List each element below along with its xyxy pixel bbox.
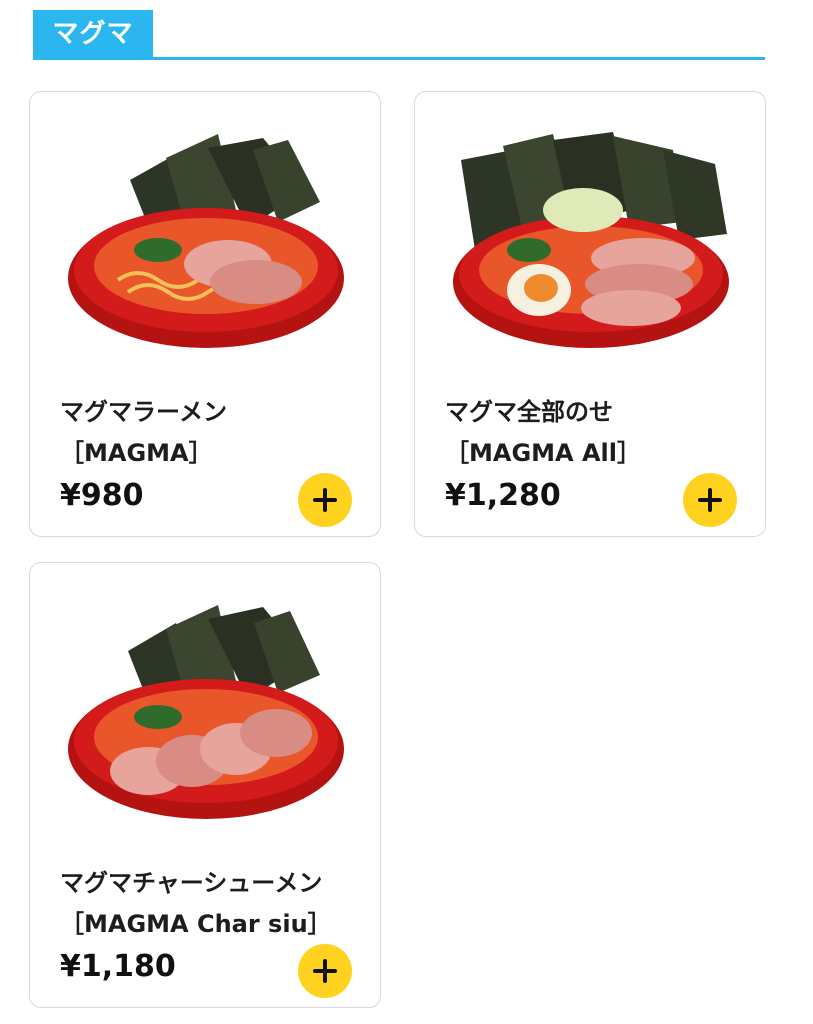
add-to-cart-button[interactable] (298, 944, 352, 998)
menu-card-magma-ramen[interactable]: マグマラーメン ［MAGMA］ ¥980 (29, 91, 381, 537)
item-price: ¥1,180 (60, 949, 176, 984)
item-name: マグマチャーシューメン (60, 869, 323, 897)
item-subtitle: ［MAGMA］ (60, 439, 213, 467)
ramen-bowl-image (68, 605, 344, 819)
item-price: ¥980 (60, 478, 144, 513)
item-price: ¥1,280 (445, 478, 561, 513)
add-to-cart-button[interactable] (298, 473, 352, 527)
ramen-bowl-image (68, 134, 344, 348)
item-subtitle: ［MAGMA All］ (445, 439, 641, 467)
item-subtitle: ［MAGMA Char siu］ (60, 910, 332, 938)
item-name: マグマ全部のせ (445, 398, 613, 426)
item-name: マグマラーメン (60, 398, 228, 426)
ramen-bowl-image (453, 132, 729, 348)
menu-card-magma-char-siu[interactable]: マグマチャーシューメン ［MAGMA Char siu］ ¥1,180 (29, 562, 381, 1008)
add-to-cart-button[interactable] (683, 473, 737, 527)
section-header: マグマ (33, 10, 765, 62)
section-title: マグマ (33, 10, 153, 58)
menu-card-magma-all[interactable]: マグマ全部のせ ［MAGMA All］ ¥1,280 (414, 91, 766, 537)
